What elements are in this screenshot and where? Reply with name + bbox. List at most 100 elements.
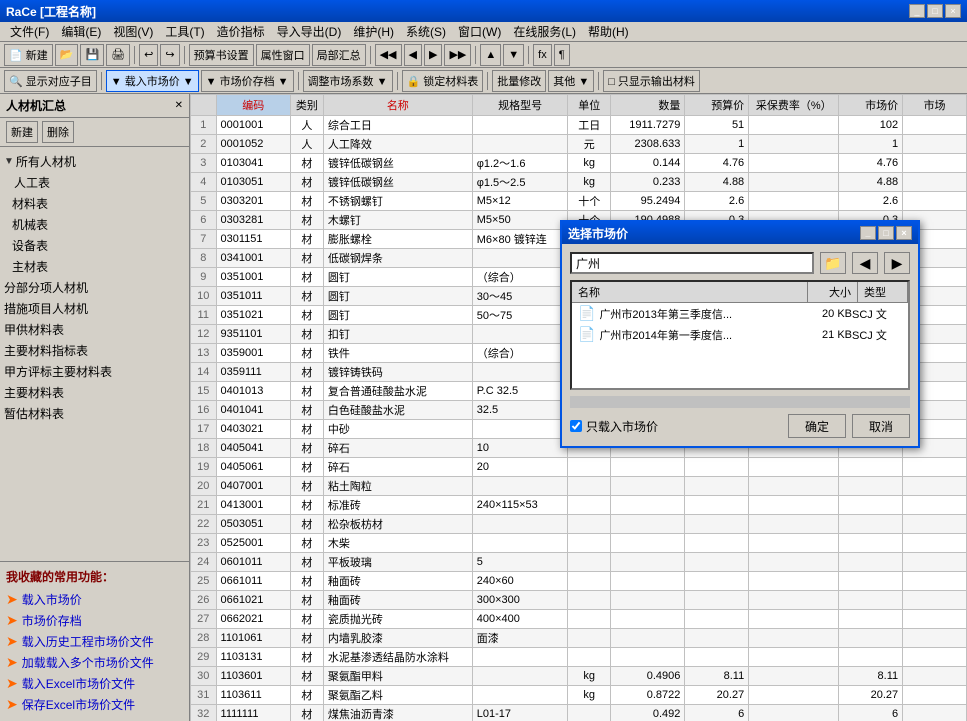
tree-item-employer-supply[interactable]: 甲供材料表 bbox=[4, 319, 185, 340]
table-row[interactable]: 1 0001001 人 综合工日 工日 1911.7279 51 102 bbox=[191, 116, 967, 135]
tree-item-main-mat[interactable]: 主材表 bbox=[12, 256, 185, 277]
load-market-only-checkbox[interactable] bbox=[570, 420, 582, 432]
nav-forward-button[interactable]: ▶ bbox=[424, 44, 442, 66]
file-row-1[interactable]: 📄 广州市2013年第三季度信... 20 KB SCJ 文 bbox=[572, 303, 908, 324]
menu-maintain[interactable]: 维护(H) bbox=[347, 21, 400, 42]
tree-item-estimate-material[interactable]: 暂估材料表 bbox=[4, 403, 185, 424]
header-unit[interactable]: 单位 bbox=[568, 95, 611, 116]
header-market[interactable]: 市场价 bbox=[839, 95, 903, 116]
header-name[interactable]: 名称 bbox=[323, 95, 472, 116]
dialog-file-list[interactable]: 名称 大小 类型 📄 广州市2013年第三季度信... 20 KB SCJ 文 … bbox=[570, 280, 910, 390]
select-market-price-dialog[interactable]: 选择市场价 _ □ × 📁 ◀ ▶ 名称 大小 类型 📄 bbox=[560, 220, 920, 448]
tree-item-key-material-index[interactable]: 主要材料指标表 bbox=[4, 340, 185, 361]
budget-settings-button[interactable]: 预算书设置 bbox=[189, 44, 254, 66]
menu-import[interactable]: 导入导出(D) bbox=[271, 21, 348, 42]
menu-online[interactable]: 在线服务(L) bbox=[507, 21, 582, 42]
up-button[interactable]: ▲ bbox=[480, 44, 501, 66]
dialog-nav-back-button[interactable]: ◀ bbox=[852, 252, 878, 274]
tree-item-material[interactable]: 材料表 bbox=[12, 193, 185, 214]
menu-tools[interactable]: 工具(T) bbox=[159, 21, 210, 42]
lock-materials-button[interactable]: 🔒 锁定材料表 bbox=[402, 70, 484, 92]
undo-button[interactable]: ↩ bbox=[139, 44, 158, 66]
redo-button[interactable]: ↪ bbox=[160, 44, 179, 66]
formula-button[interactable]: fx bbox=[533, 44, 552, 66]
save-button[interactable]: 💾 bbox=[80, 44, 104, 66]
func-load-history[interactable]: ➤ 载入历史工程市场价文件 bbox=[6, 631, 183, 652]
dialog-maximize-button[interactable]: □ bbox=[878, 226, 894, 240]
table-row[interactable]: 19 0405061 材 碎石 20 bbox=[191, 458, 967, 477]
func-save-excel[interactable]: ➤ 保存Excel市场价文件 bbox=[6, 694, 183, 715]
menu-window[interactable]: 窗口(W) bbox=[452, 21, 507, 42]
sidebar-new-button[interactable]: 新建 bbox=[6, 121, 38, 143]
table-row[interactable]: 31 1103611 材 聚氨酯乙料 kg 0.8722 20.27 20.27 bbox=[191, 686, 967, 705]
table-row[interactable]: 22 0503051 材 松杂板枋材 bbox=[191, 515, 967, 534]
paragraph-button[interactable]: ¶ bbox=[554, 44, 570, 66]
table-row[interactable]: 28 1101061 材 内墙乳胶漆 面漆 bbox=[191, 629, 967, 648]
table-row[interactable]: 5 0303201 材 不锈钢螺钉 M5×12 十个 95.2494 2.6 2… bbox=[191, 192, 967, 211]
tree-item-key-material[interactable]: 主要材料表 bbox=[4, 382, 185, 403]
dialog-close-button[interactable]: × bbox=[896, 226, 912, 240]
show-match-button[interactable]: 🔍 显示对应子目 bbox=[4, 70, 97, 92]
load-market-price-button[interactable]: ▼ 载入市场价 ▼ bbox=[106, 70, 199, 92]
nav-next-button[interactable]: ▶▶ bbox=[444, 44, 471, 66]
header-rate[interactable]: 采保费率（%） bbox=[749, 95, 839, 116]
adjust-coeff-button[interactable]: 调整市场系数 ▼ bbox=[303, 70, 393, 92]
header-market2[interactable]: 市场 bbox=[903, 95, 967, 116]
table-row[interactable]: 20 0407001 材 粘土陶粒 bbox=[191, 477, 967, 496]
table-row[interactable]: 30 1103601 材 聚氨酯甲料 kg 0.4906 8.11 8.11 bbox=[191, 667, 967, 686]
tree-item-measures[interactable]: 措施项目人材机 bbox=[4, 298, 185, 319]
table-row[interactable]: 32 1111111 材 煤焦油沥青漆 L01-17 0.492 6 6 bbox=[191, 705, 967, 721]
close-button[interactable]: × bbox=[945, 4, 961, 18]
minimize-button[interactable]: _ bbox=[909, 4, 925, 18]
other-button[interactable]: 其他 ▼ bbox=[548, 70, 594, 92]
func-archive-market[interactable]: ➤ 市场价存档 bbox=[6, 610, 183, 631]
menu-view[interactable]: 视图(V) bbox=[107, 21, 159, 42]
header-spec[interactable]: 规格型号 bbox=[472, 95, 568, 116]
menu-help[interactable]: 帮助(H) bbox=[582, 21, 635, 42]
file-row-2[interactable]: 📄 广州市2014年第一季度信... 21 KB SCJ 文 bbox=[572, 324, 908, 345]
table-row[interactable]: 27 0662021 材 瓷质抛光砖 400×400 bbox=[191, 610, 967, 629]
dialog-scrollbar[interactable] bbox=[570, 396, 910, 408]
down-button[interactable]: ▼ bbox=[503, 44, 524, 66]
dialog-nav-forward-button[interactable]: ▶ bbox=[884, 252, 910, 274]
func-load-multiple[interactable]: ➤ 加载载入多个市场价文件 bbox=[6, 652, 183, 673]
open-button[interactable]: 📂 bbox=[55, 44, 79, 66]
table-row[interactable]: 2 0001052 人 人工降效 元 2308.633 1 1 bbox=[191, 135, 967, 154]
nav-back-button[interactable]: ◀ bbox=[404, 44, 422, 66]
func-load-market[interactable]: ➤ 载入市场价 bbox=[6, 589, 183, 610]
header-qty[interactable]: 数量 bbox=[610, 95, 684, 116]
table-row[interactable]: 25 0661011 材 釉面砖 240×60 bbox=[191, 572, 967, 591]
func-load-excel[interactable]: ➤ 载入Excel市场价文件 bbox=[6, 673, 183, 694]
batch-modify-button[interactable]: 批量修改 bbox=[492, 70, 546, 92]
menu-system[interactable]: 系统(S) bbox=[400, 21, 452, 42]
maximize-button[interactable]: □ bbox=[927, 4, 943, 18]
sidebar-close-button[interactable]: ✕ bbox=[175, 100, 183, 111]
tree-item-eval-material[interactable]: 甲方评标主要材料表 bbox=[4, 361, 185, 382]
tree-item-machine[interactable]: 机械表 bbox=[12, 214, 185, 235]
table-row[interactable]: 4 0103051 材 镀锌低碳钢丝 φ1.5～2.5 kg 0.233 4.8… bbox=[191, 173, 967, 192]
properties-button[interactable]: 属性窗口 bbox=[256, 44, 310, 66]
new-button[interactable]: 📄 新建 bbox=[4, 44, 53, 66]
table-row[interactable]: 21 0413001 材 标准砖 240×115×53 bbox=[191, 496, 967, 515]
partial-summary-button[interactable]: 局部汇总 bbox=[312, 44, 366, 66]
market-archive-button[interactable]: ▼ 市场价存档 ▼ bbox=[201, 70, 294, 92]
show-output-only-button[interactable]: □ 只显示输出材料 bbox=[603, 70, 700, 92]
menu-edit[interactable]: 编辑(E) bbox=[55, 21, 107, 42]
header-type[interactable]: 类别 bbox=[290, 95, 323, 116]
menu-file[interactable]: 文件(F) bbox=[4, 21, 55, 42]
dialog-location-input[interactable] bbox=[570, 252, 814, 274]
tree-item-all[interactable]: ▼ 所有人材机 bbox=[4, 151, 185, 172]
table-row[interactable]: 26 0661021 材 釉面砖 300×300 bbox=[191, 591, 967, 610]
dialog-cancel-button[interactable]: 取消 bbox=[852, 414, 910, 438]
print-button[interactable]: 🖨 bbox=[106, 44, 130, 66]
dialog-minimize-button[interactable]: _ bbox=[860, 226, 876, 240]
tree-item-labor[interactable]: 人工表 bbox=[12, 172, 185, 193]
table-row[interactable]: 23 0525001 材 木柴 bbox=[191, 534, 967, 553]
table-row[interactable]: 29 1103131 材 水泥基渗透结晶防水涂料 bbox=[191, 648, 967, 667]
tree-item-sub-division[interactable]: 分部分项人材机 bbox=[4, 277, 185, 298]
tree-item-equipment[interactable]: 设备表 bbox=[12, 235, 185, 256]
header-code[interactable]: 编码 bbox=[216, 95, 290, 116]
table-row[interactable]: 3 0103041 材 镀锌低碳钢丝 φ1.2～1.6 kg 0.144 4.7… bbox=[191, 154, 967, 173]
header-budget[interactable]: 预算价 bbox=[685, 95, 749, 116]
sidebar-delete-button[interactable]: 删除 bbox=[42, 121, 74, 143]
